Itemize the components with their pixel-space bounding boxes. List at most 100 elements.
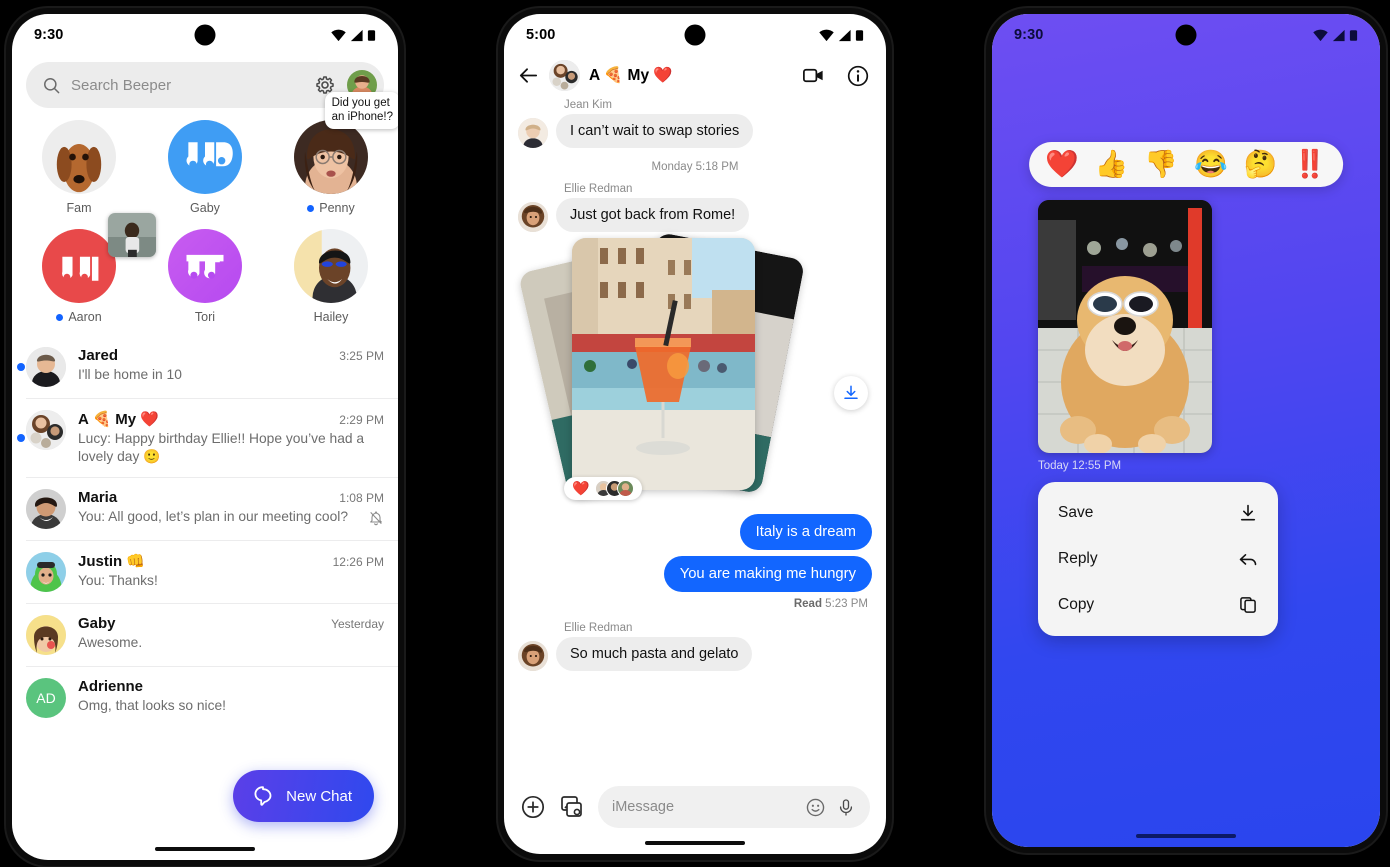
chat-header-row: Adrienne bbox=[78, 678, 384, 695]
story-avatar bbox=[294, 229, 368, 303]
chat-preview-row: You: Thanks! bbox=[78, 572, 384, 590]
reaction-avatars bbox=[595, 480, 635, 497]
new-chat-button[interactable]: New Chat bbox=[233, 770, 374, 822]
photo-message[interactable] bbox=[1038, 200, 1212, 453]
chat-preview: Omg, that looks so nice! bbox=[78, 698, 226, 714]
story-label: Penny bbox=[307, 201, 355, 215]
search-input[interactable]: Search Beeper bbox=[71, 77, 303, 94]
menu-item-reply[interactable]: Reply bbox=[1038, 536, 1278, 582]
reaction-laugh-icon[interactable]: 😂 bbox=[1194, 151, 1228, 178]
story-label: Hailey bbox=[313, 310, 349, 324]
reaction-picker-bar[interactable]: ❤️ 👍 👎 😂 🤔 ‼️ bbox=[1029, 142, 1343, 187]
chat-header-row: A 🍕 My ❤️ 2:29 PM bbox=[78, 410, 384, 428]
story-penny[interactable]: Did you get an iPhone!? Penny bbox=[268, 92, 398, 215]
chat-list-item[interactable]: A 🍕 My ❤️ 2:29 PM Lucy: Happy birthday E… bbox=[17, 398, 398, 477]
menu-item-copy[interactable]: Copy bbox=[1038, 582, 1278, 628]
download-button[interactable] bbox=[834, 376, 868, 410]
chat-header-row: Gaby Yesterday bbox=[78, 615, 384, 632]
message-outgoing[interactable]: Italy is a dream bbox=[518, 514, 872, 550]
camera-punch-hole bbox=[684, 24, 706, 46]
message-incoming[interactable]: I can’t wait to swap stories bbox=[518, 114, 872, 148]
photo-card-front[interactable] bbox=[572, 238, 755, 490]
phone3-status-bar: 9:30 bbox=[992, 14, 1380, 56]
message-bubble: Just got back from Rome! bbox=[556, 198, 750, 232]
phone-reaction-menu: 9:30 ❤️ 👍 👎 😂 🤔 ‼️ Today 12:55 PM Save R… bbox=[986, 8, 1386, 853]
phone-chat-list: 9:30 Search Beeper Fam Gaby Did you get … bbox=[6, 8, 404, 866]
phone1-screen: 9:30 Search Beeper Fam Gaby Did you get … bbox=[12, 14, 398, 860]
chat-preview: You: Thanks! bbox=[78, 573, 158, 589]
reaction-exclamation-icon[interactable]: ‼️ bbox=[1293, 151, 1327, 178]
status-time: 5:00 bbox=[526, 27, 556, 43]
menu-item-label: Save bbox=[1058, 504, 1094, 521]
story-tooltip-bubble: Did you get an iPhone!? bbox=[324, 92, 398, 129]
status-icons bbox=[331, 29, 376, 42]
story-aaron[interactable]: Aaron bbox=[16, 213, 156, 324]
message-input[interactable]: iMessage bbox=[612, 799, 795, 815]
photo-library-icon[interactable] bbox=[559, 794, 585, 820]
wifi-icon bbox=[331, 29, 346, 41]
group-avatar[interactable] bbox=[549, 60, 580, 91]
reaction-thumbs-down-icon[interactable]: 👎 bbox=[1144, 151, 1178, 178]
avatar bbox=[26, 552, 66, 593]
battery-icon bbox=[367, 29, 376, 41]
chat-list-item[interactable]: Justin 👊 12:26 PM You: Thanks! bbox=[26, 540, 398, 603]
story-avatar bbox=[168, 120, 242, 194]
battery-icon bbox=[855, 29, 864, 41]
emoji-smiley-icon[interactable] bbox=[805, 797, 826, 818]
signal-icon bbox=[350, 29, 363, 41]
reaction-heart-icon[interactable]: ❤️ bbox=[1045, 151, 1079, 178]
copy-icon bbox=[1240, 597, 1256, 613]
avatar bbox=[518, 202, 548, 232]
story-label: Fam bbox=[66, 201, 92, 215]
plus-circle-icon[interactable] bbox=[520, 794, 546, 820]
phone2-status-bar: 5:00 bbox=[504, 14, 886, 56]
video-camera-icon[interactable] bbox=[801, 63, 826, 88]
story-label: Aaron bbox=[56, 310, 102, 324]
read-time: 5:23 PM bbox=[825, 598, 868, 610]
reaction-thumbs-up-icon[interactable]: 👍 bbox=[1095, 151, 1129, 178]
screenshot-stage: 9:30 Search Beeper Fam Gaby Did you get … bbox=[0, 0, 1390, 867]
microphone-icon[interactable] bbox=[836, 797, 856, 818]
photo-attachment-group[interactable]: ❤️ bbox=[517, 231, 872, 500]
context-menu: Save Reply Copy bbox=[1038, 482, 1278, 636]
chat-list-item[interactable]: Maria 1:08 PM You: All good, let’s plan … bbox=[26, 477, 398, 540]
menu-item-save[interactable]: Save bbox=[1038, 490, 1278, 536]
chat-time: 2:29 PM bbox=[339, 413, 384, 427]
phone3-background: 9:30 ❤️ 👍 👎 😂 🤔 ‼️ Today 12:55 PM Save R… bbox=[992, 14, 1380, 847]
download-icon bbox=[1240, 504, 1256, 521]
message-bubble: I can’t wait to swap stories bbox=[556, 114, 754, 148]
avatar bbox=[518, 641, 548, 671]
status-icons bbox=[1313, 29, 1358, 42]
chat-list-item[interactable]: Gaby Yesterday Awesome. bbox=[26, 603, 398, 666]
chat-time: 1:08 PM bbox=[339, 491, 384, 506]
message-reaction-pill[interactable]: ❤️ bbox=[564, 477, 643, 500]
story-fam[interactable]: Fam bbox=[16, 120, 142, 215]
message-incoming[interactable]: Just got back from Rome! bbox=[518, 198, 872, 232]
chat-preview: You: All good, let’s plan in our meeting… bbox=[78, 509, 348, 525]
story-gaby[interactable]: Gaby bbox=[142, 120, 268, 215]
message-bubble: Italy is a dream bbox=[739, 514, 872, 550]
story-hailey[interactable]: Hailey bbox=[268, 229, 394, 324]
info-circle-icon[interactable] bbox=[846, 64, 870, 88]
beeper-chat-icon bbox=[254, 786, 272, 806]
chat-list-item[interactable]: AD Adrienne Omg, that looks so nice! bbox=[26, 666, 398, 729]
avatar-initials: AD bbox=[26, 678, 66, 719]
story-tori[interactable]: Tori bbox=[142, 229, 268, 324]
chat-list-item[interactable]: Jared 3:25 PM I'll be home in 10 bbox=[17, 336, 398, 398]
status-time: 9:30 bbox=[34, 27, 64, 43]
conversation-title[interactable]: A 🍕 My ❤️ bbox=[589, 66, 792, 85]
story-label: Gaby bbox=[190, 201, 220, 215]
chat-preview: Lucy: Happy birthday Ellie!! Hope you’ve… bbox=[78, 431, 365, 465]
message-incoming[interactable]: So much pasta and gelato bbox=[518, 637, 872, 671]
chat-header-row: Maria 1:08 PM bbox=[78, 489, 384, 506]
reaction-thinking-icon[interactable]: 🤔 bbox=[1244, 151, 1278, 178]
message-outgoing[interactable]: You are making me hungry bbox=[518, 556, 872, 592]
message-composer: iMessage bbox=[504, 786, 886, 828]
back-arrow-icon[interactable] bbox=[517, 64, 540, 87]
unread-indicator bbox=[17, 363, 25, 371]
message-sender: Ellie Redman bbox=[564, 183, 633, 195]
message-bubble: So much pasta and gelato bbox=[556, 637, 753, 671]
message-input-field[interactable]: iMessage bbox=[598, 786, 870, 828]
battery-icon bbox=[1349, 29, 1358, 41]
home-indicator bbox=[645, 841, 745, 845]
